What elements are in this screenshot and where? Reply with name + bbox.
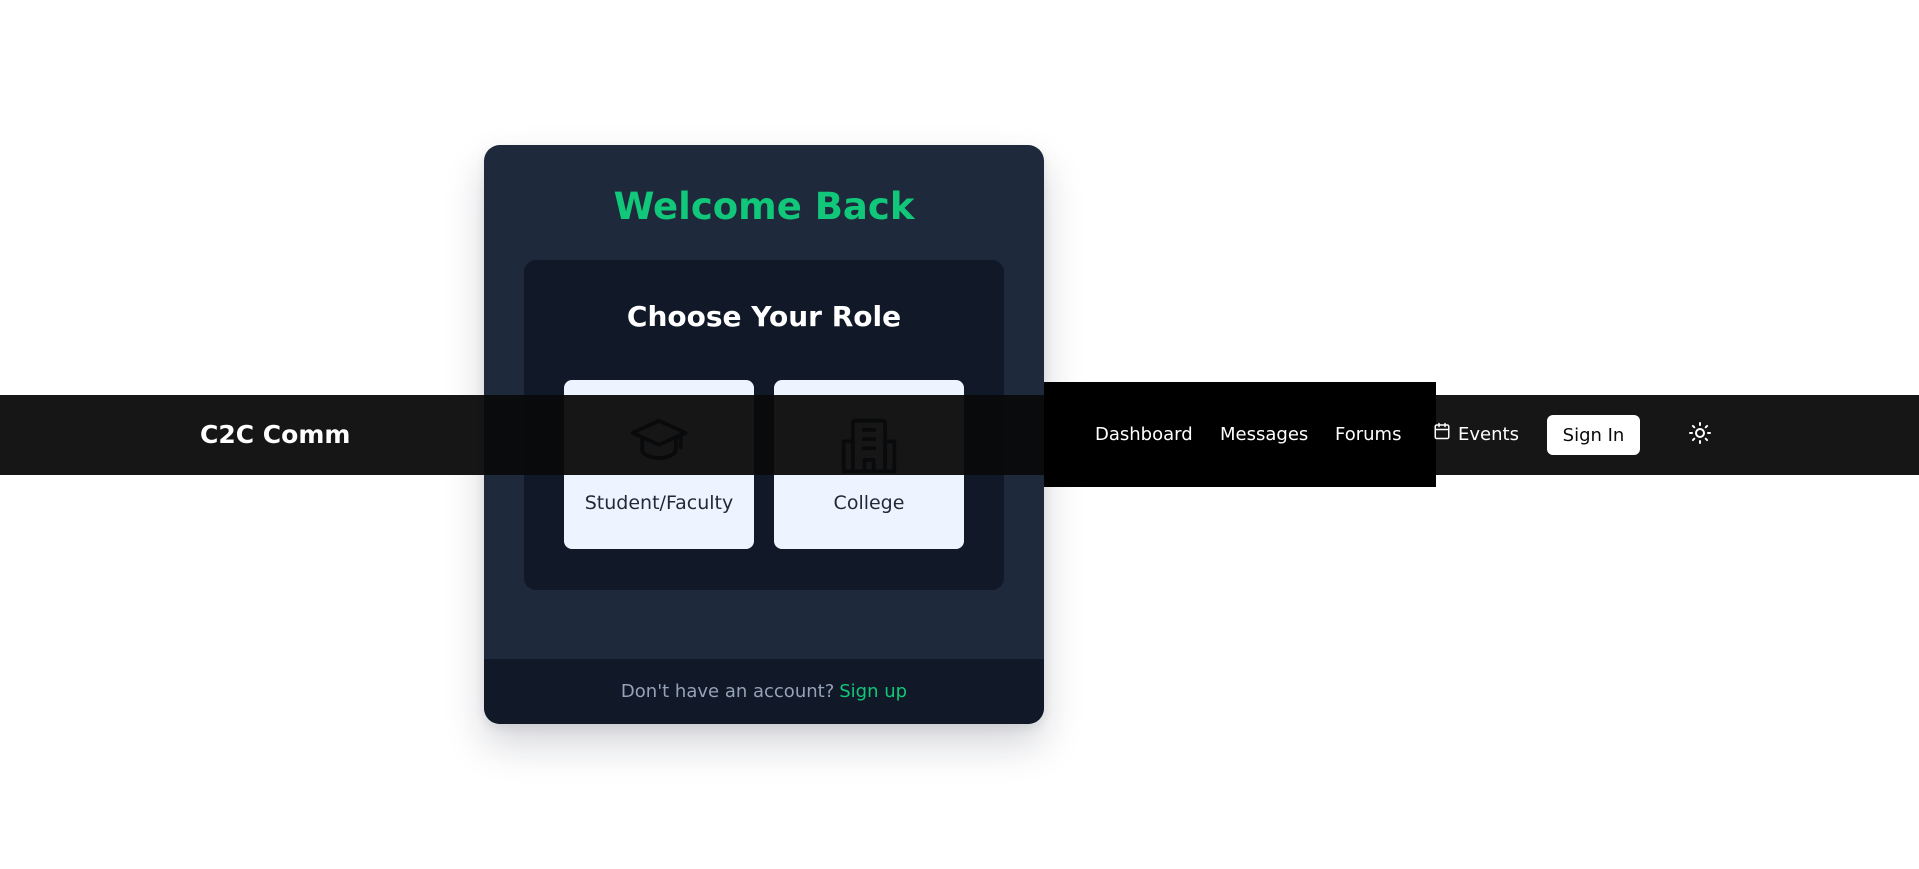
nav-item-events[interactable]: Events (1433, 395, 1519, 475)
sun-icon (1688, 421, 1712, 449)
app-logo[interactable]: C2C Comm (200, 395, 350, 475)
nav-item-dashboard[interactable]: Dashboard (1095, 395, 1193, 475)
signup-link[interactable]: Sign up (839, 681, 907, 702)
signup-prompt: Don't have an account? (620, 681, 835, 702)
sign-in-button[interactable]: Sign In (1547, 415, 1640, 455)
page-title: Welcome Back (613, 185, 915, 228)
nav-item-forums[interactable]: Forums (1335, 395, 1401, 475)
role-label-student-faculty: Student/Faculty (584, 492, 734, 514)
theme-toggle-button[interactable] (1685, 420, 1715, 450)
card-footer: Don't have an account? Sign up (484, 659, 1044, 724)
nav-item-events-label: Events (1458, 424, 1519, 445)
role-label-college: College (833, 492, 905, 514)
role-heading: Choose Your Role (626, 300, 902, 333)
calendar-icon (1433, 395, 1458, 475)
nav-item-messages[interactable]: Messages (1220, 395, 1308, 475)
